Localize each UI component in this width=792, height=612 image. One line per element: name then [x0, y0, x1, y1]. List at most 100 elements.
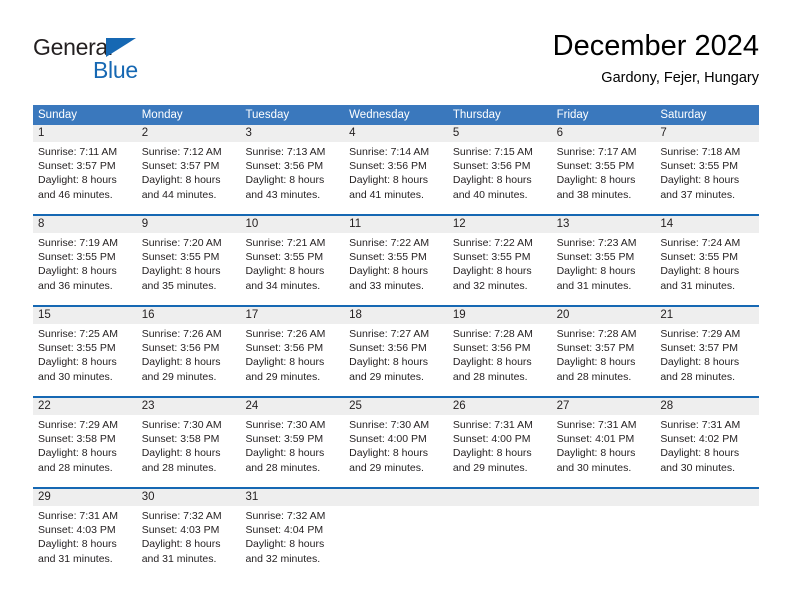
calendar-day-cell[interactable]: 7 Sunrise: 7:18 AM Sunset: 3:55 PM Dayli… [655, 125, 760, 214]
day-number: 20 [551, 307, 656, 324]
calendar-day-cell[interactable]: 24 Sunrise: 7:30 AM Sunset: 3:59 PM Dayl… [240, 398, 345, 487]
calendar-day-cell[interactable]: 23 Sunrise: 7:30 AM Sunset: 3:58 PM Dayl… [136, 398, 241, 487]
general-blue-logo[interactable]: General Blue [33, 34, 233, 90]
daylight-text-line2: and 28 minutes. [452, 370, 528, 383]
calendar-week-row: 15 Sunrise: 7:25 AM Sunset: 3:55 PM Dayl… [33, 305, 760, 396]
calendar-day-cell[interactable]: 8 Sunrise: 7:19 AM Sunset: 3:55 PM Dayli… [33, 216, 137, 305]
calendar-day-cell[interactable]: 15 Sunrise: 7:25 AM Sunset: 3:55 PM Dayl… [33, 307, 137, 396]
calendar-day-cell[interactable]: 26 Sunrise: 7:31 AM Sunset: 4:00 PM Dayl… [447, 398, 552, 487]
sunrise-text: Sunrise: 7:30 AM [141, 419, 222, 431]
day-number: 25 [344, 398, 448, 415]
day-number: 15 [33, 307, 137, 324]
calendar-day-cell[interactable]: 4 Sunrise: 7:14 AM Sunset: 3:56 PM Dayli… [344, 125, 448, 214]
day-details: Sunrise: 7:13 AM Sunset: 3:56 PM Dayligh… [240, 142, 344, 202]
calendar-day-cell[interactable]: 3 Sunrise: 7:13 AM Sunset: 3:56 PM Dayli… [240, 125, 345, 214]
day-details: Sunrise: 7:19 AM Sunset: 3:55 PM Dayligh… [33, 233, 137, 293]
calendar-day-cell[interactable]: 19 Sunrise: 7:28 AM Sunset: 3:56 PM Dayl… [447, 307, 552, 396]
day-details: Sunrise: 7:30 AM Sunset: 4:00 PM Dayligh… [344, 415, 448, 475]
calendar-day-cell[interactable]: 28 Sunrise: 7:31 AM Sunset: 4:02 PM Dayl… [655, 398, 760, 487]
weekday-header-friday: Friday [556, 109, 589, 121]
daylight-text-line2: and 28 minutes. [556, 370, 632, 383]
day-number: 30 [136, 489, 241, 506]
day-details: Sunrise: 7:32 AM Sunset: 4:04 PM Dayligh… [240, 506, 344, 566]
day-details: Sunrise: 7:14 AM Sunset: 3:56 PM Dayligh… [344, 142, 448, 202]
title-block: December 2024 Gardony, Fejer, Hungary [553, 28, 759, 87]
daylight-text-line1: Daylight: 8 hours [349, 265, 428, 278]
calendar-day-cell[interactable]: 14 Sunrise: 7:24 AM Sunset: 3:55 PM Dayl… [655, 216, 760, 305]
sunrise-text: Sunrise: 7:25 AM [38, 328, 118, 340]
sunset-text: Sunset: 3:57 PM [38, 160, 116, 173]
day-number [447, 489, 552, 506]
calendar-day-cell[interactable]: 30 Sunrise: 7:32 AM Sunset: 4:03 PM Dayl… [136, 489, 241, 578]
daylight-text-line1: Daylight: 8 hours [141, 447, 221, 460]
calendar-day-cell[interactable]: 29 Sunrise: 7:31 AM Sunset: 4:03 PM Dayl… [33, 489, 137, 578]
calendar-day-cell[interactable]: 18 Sunrise: 7:27 AM Sunset: 3:56 PM Dayl… [344, 307, 448, 396]
daylight-text-line1: Daylight: 8 hours [38, 447, 117, 460]
day-details: Sunrise: 7:31 AM Sunset: 4:03 PM Dayligh… [33, 506, 137, 566]
page-header: General Blue December 2024 Gardony, Feje… [33, 28, 759, 98]
daylight-text-line1: Daylight: 8 hours [452, 447, 532, 460]
day-details: Sunrise: 7:18 AM Sunset: 3:55 PM Dayligh… [655, 142, 759, 202]
sunset-text: Sunset: 3:55 PM [556, 251, 635, 264]
sunset-text: Sunset: 3:56 PM [349, 342, 427, 355]
calendar-day-cell[interactable]: 20 Sunrise: 7:28 AM Sunset: 3:57 PM Dayl… [551, 307, 656, 396]
calendar-week-row: 1 Sunrise: 7:11 AM Sunset: 3:57 PM Dayli… [33, 125, 760, 214]
sunrise-text: Sunrise: 7:22 AM [349, 237, 430, 249]
day-number: 5 [447, 125, 552, 142]
day-details: Sunrise: 7:31 AM Sunset: 4:01 PM Dayligh… [552, 415, 656, 475]
sunset-text: Sunset: 3:55 PM [38, 251, 116, 264]
sunset-text: Sunset: 4:00 PM [452, 433, 531, 446]
daylight-text-line2: and 34 minutes. [245, 279, 321, 292]
daylight-text-line2: and 31 minutes. [660, 279, 736, 292]
calendar-day-cell[interactable]: 16 Sunrise: 7:26 AM Sunset: 3:56 PM Dayl… [136, 307, 241, 396]
sunset-text: Sunset: 4:03 PM [141, 524, 220, 537]
weekday-header-wednesday: Wednesday [349, 109, 410, 121]
sunrise-text: Sunrise: 7:28 AM [556, 328, 637, 340]
day-number [344, 489, 448, 506]
daylight-text-line1: Daylight: 8 hours [556, 447, 636, 460]
calendar-day-cell[interactable]: 12 Sunrise: 7:22 AM Sunset: 3:55 PM Dayl… [447, 216, 552, 305]
calendar-day-cell[interactable]: 25 Sunrise: 7:30 AM Sunset: 4:00 PM Dayl… [344, 398, 448, 487]
calendar-day-cell[interactable]: 13 Sunrise: 7:23 AM Sunset: 3:55 PM Dayl… [551, 216, 656, 305]
day-details: Sunrise: 7:26 AM Sunset: 3:56 PM Dayligh… [240, 324, 344, 384]
daylight-text-line1: Daylight: 8 hours [660, 356, 740, 369]
calendar-day-cell[interactable]: 11 Sunrise: 7:22 AM Sunset: 3:55 PM Dayl… [344, 216, 448, 305]
calendar-grid: Sunday Monday Tuesday Wednesday Thursday… [33, 105, 760, 578]
daylight-text-line1: Daylight: 8 hours [660, 265, 740, 278]
calendar-day-cell[interactable]: 27 Sunrise: 7:31 AM Sunset: 4:01 PM Dayl… [551, 398, 656, 487]
sunrise-text: Sunrise: 7:11 AM [38, 146, 118, 158]
day-details: Sunrise: 7:31 AM Sunset: 4:02 PM Dayligh… [655, 415, 759, 475]
calendar-day-cell[interactable]: 22 Sunrise: 7:29 AM Sunset: 3:58 PM Dayl… [33, 398, 137, 487]
day-details: Sunrise: 7:31 AM Sunset: 4:00 PM Dayligh… [448, 415, 552, 475]
daylight-text-line2: and 30 minutes. [660, 461, 736, 474]
calendar-day-cell[interactable]: 31 Sunrise: 7:32 AM Sunset: 4:04 PM Dayl… [240, 489, 345, 578]
calendar-day-cell[interactable]: 1 Sunrise: 7:11 AM Sunset: 3:57 PM Dayli… [33, 125, 137, 214]
sunrise-text: Sunrise: 7:27 AM [349, 328, 430, 340]
day-number: 22 [33, 398, 137, 415]
weekday-header-tuesday: Tuesday [245, 109, 290, 121]
daylight-text-line2: and 31 minutes. [141, 552, 217, 565]
day-details: Sunrise: 7:24 AM Sunset: 3:55 PM Dayligh… [655, 233, 759, 293]
sunrise-text: Sunrise: 7:31 AM [452, 419, 533, 431]
day-details: Sunrise: 7:28 AM Sunset: 3:56 PM Dayligh… [448, 324, 552, 384]
daylight-text-line2: and 32 minutes. [452, 279, 528, 292]
calendar-day-cell[interactable]: 17 Sunrise: 7:26 AM Sunset: 3:56 PM Dayl… [240, 307, 345, 396]
day-details: Sunrise: 7:30 AM Sunset: 3:59 PM Dayligh… [240, 415, 344, 475]
calendar-day-cell[interactable]: 10 Sunrise: 7:21 AM Sunset: 3:55 PM Dayl… [240, 216, 345, 305]
calendar-day-cell[interactable]: 2 Sunrise: 7:12 AM Sunset: 3:57 PM Dayli… [136, 125, 241, 214]
sunrise-text: Sunrise: 7:31 AM [38, 510, 118, 522]
page-title: December 2024 [552, 30, 759, 62]
calendar-day-cell[interactable]: 21 Sunrise: 7:29 AM Sunset: 3:57 PM Dayl… [655, 307, 760, 396]
daylight-text-line2: and 30 minutes. [556, 461, 632, 474]
calendar-day-cell[interactable]: 5 Sunrise: 7:15 AM Sunset: 3:56 PM Dayli… [447, 125, 552, 214]
weekday-header-saturday: Saturday [660, 109, 707, 121]
sunset-text: Sunset: 4:00 PM [349, 433, 427, 446]
daylight-text-line2: and 28 minutes. [245, 461, 321, 474]
daylight-text-line2: and 41 minutes. [349, 188, 424, 201]
daylight-text-line1: Daylight: 8 hours [452, 265, 532, 278]
daylight-text-line1: Daylight: 8 hours [556, 356, 636, 369]
calendar-day-cell[interactable]: 6 Sunrise: 7:17 AM Sunset: 3:55 PM Dayli… [551, 125, 656, 214]
sunset-text: Sunset: 3:59 PM [245, 433, 324, 446]
sunrise-text: Sunrise: 7:15 AM [452, 146, 533, 158]
calendar-day-cell[interactable]: 9 Sunrise: 7:20 AM Sunset: 3:55 PM Dayli… [136, 216, 241, 305]
